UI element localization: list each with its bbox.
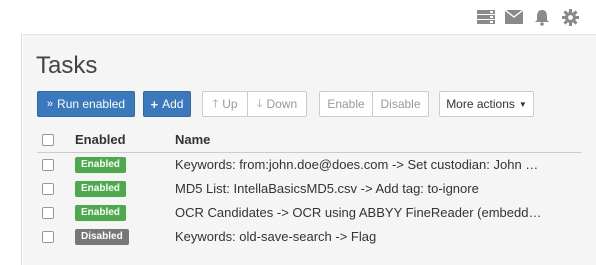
- status-badge: Disabled: [75, 229, 129, 245]
- down-label: Down: [266, 97, 298, 111]
- arrow-down-icon: 🡓: [256, 97, 263, 110]
- plus-icon: +: [150, 96, 159, 112]
- envelope-icon[interactable]: [504, 7, 524, 27]
- header-icons: [476, 7, 580, 27]
- table-header: Enabled Name: [37, 127, 581, 153]
- add-label: Add: [162, 97, 184, 111]
- table-row[interactable]: Enabled Keywords: from:john.doe@does.com…: [37, 153, 581, 177]
- row-checkbox[interactable]: [42, 207, 54, 219]
- more-actions-label: More actions: [446, 97, 515, 111]
- table-row[interactable]: Disabled Keywords: old-save-search -> Fl…: [37, 225, 581, 249]
- enabled-column-header[interactable]: Enabled: [75, 132, 126, 147]
- page-title: Tasks: [36, 52, 98, 79]
- status-badge: Enabled: [75, 157, 126, 173]
- row-checkbox[interactable]: [42, 159, 54, 171]
- top-bar: [0, 0, 596, 34]
- table-row[interactable]: Enabled OCR Candidates -> OCR using ABBY…: [37, 201, 581, 225]
- status-badge: Enabled: [75, 205, 126, 221]
- run-enabled-label: Run enabled: [57, 97, 126, 111]
- task-name: MD5 List: IntellaBasicsMD5.csv -> Add ta…: [175, 181, 479, 196]
- tasks-table: Enabled Name Enabled Keywords: from:john…: [37, 127, 581, 249]
- arrow-up-icon: 🡑: [212, 97, 219, 110]
- server-icon[interactable]: [476, 7, 496, 27]
- task-name: Keywords: from:john.doe@does.com -> Set …: [175, 157, 547, 172]
- status-badge: Enabled: [75, 181, 126, 197]
- more-actions-dropdown[interactable]: More actions ▼: [439, 91, 534, 117]
- task-name: Keywords: old-save-search -> Flag: [175, 229, 377, 244]
- row-checkbox[interactable]: [42, 231, 54, 243]
- up-label: Up: [222, 97, 238, 111]
- enable-label: Enable: [327, 97, 365, 111]
- run-enabled-button[interactable]: » Run enabled: [37, 91, 135, 117]
- gear-icon[interactable]: [560, 7, 580, 27]
- enable-button[interactable]: Enable: [319, 91, 373, 117]
- disable-button[interactable]: Disable: [372, 91, 429, 117]
- row-checkbox[interactable]: [42, 183, 54, 195]
- table-row[interactable]: Enabled MD5 List: IntellaBasicsMD5.csv -…: [37, 177, 581, 201]
- left-sidebar-edge: [0, 34, 22, 265]
- task-name: OCR Candidates -> OCR using ABBYY FineRe…: [175, 205, 547, 220]
- caret-down-icon: ▼: [518, 99, 527, 109]
- name-column-header[interactable]: Name: [175, 132, 547, 147]
- tasks-panel: Tasks » Run enabled + Add 🡑 Up 🡓 Down En…: [23, 34, 596, 265]
- double-chevron-right-icon: »: [46, 98, 54, 110]
- move-up-button[interactable]: 🡑 Up: [202, 91, 248, 117]
- bell-icon[interactable]: [532, 7, 552, 27]
- disable-label: Disable: [380, 97, 421, 111]
- select-all-checkbox[interactable]: [42, 134, 54, 146]
- add-button[interactable]: + Add: [143, 91, 191, 117]
- move-down-button[interactable]: 🡓 Down: [247, 91, 307, 117]
